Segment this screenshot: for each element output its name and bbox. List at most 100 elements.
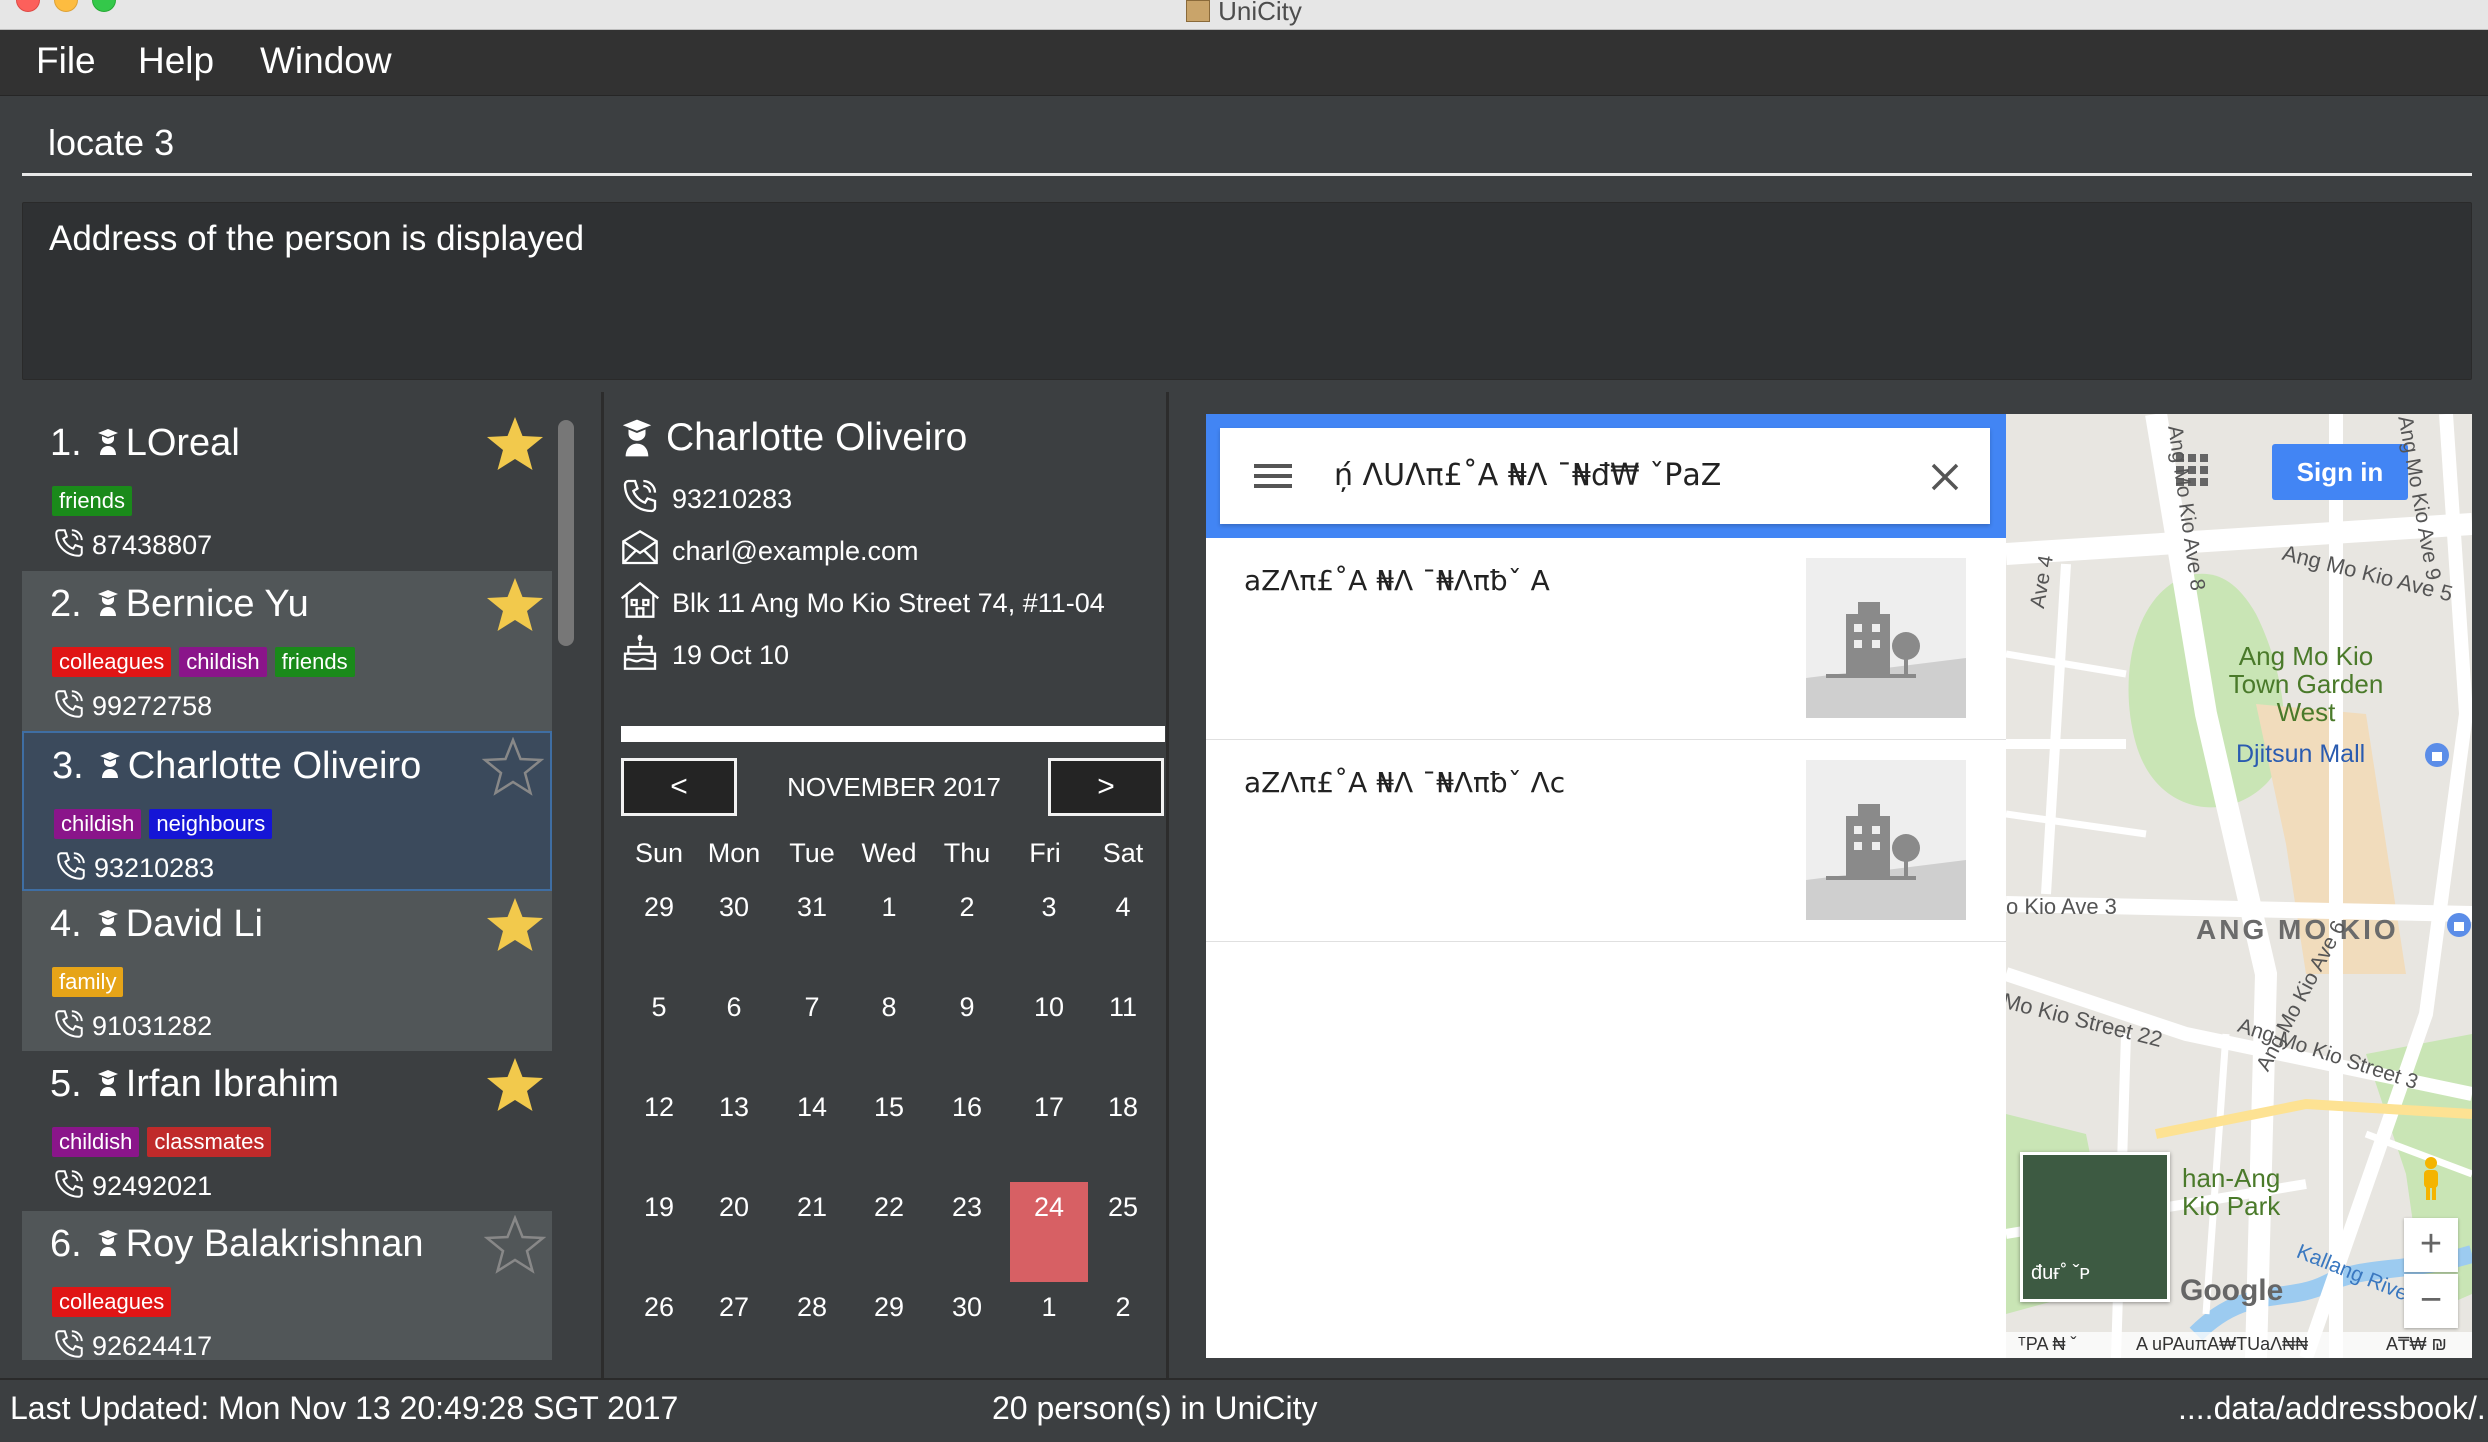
- calendar-day[interactable]: 28: [773, 1282, 851, 1382]
- calendar-day[interactable]: 1: [1010, 1282, 1088, 1382]
- calendar-day[interactable]: 22: [850, 1182, 928, 1282]
- person-card[interactable]: 6. Roy Balakrishnan colleagues 92624417: [22, 1211, 552, 1360]
- person-name: Charlotte Oliveiro: [127, 745, 422, 787]
- person-phone-row: 87438807: [52, 526, 212, 561]
- person-phone: 99272758: [92, 691, 213, 721]
- details-progress-bar: [621, 726, 1165, 742]
- calendar-day[interactable]: 8: [850, 982, 928, 1082]
- calendar-day[interactable]: 4: [1084, 882, 1162, 982]
- person-name-row: 5. Irfan Ibrahim: [50, 1063, 339, 1106]
- calendar-day[interactable]: 17: [1010, 1082, 1088, 1182]
- map-label-district: ANG MO KIO: [2196, 914, 2399, 945]
- maps-result-item[interactable]: aZΛπ£˚Α ₦Λ ¯₦Λπƀˇ Α: [1206, 538, 2006, 740]
- calendar-weekday: Sat: [1102, 838, 1144, 868]
- calendar-day[interactable]: 20: [695, 1182, 773, 1282]
- calendar-day[interactable]: 29: [620, 882, 698, 982]
- calendar-weekday: Wed: [861, 838, 917, 868]
- menu-file[interactable]: File: [36, 40, 96, 82]
- calendar-prev-button[interactable]: <: [621, 758, 737, 816]
- tag-label: childish: [179, 647, 267, 677]
- person-icon: [97, 429, 118, 455]
- cake-icon: [623, 634, 657, 670]
- maps-search-header: ņ́ ΛUΛπ£˚Α ₦Λ ¯₦đ₩ ˇΡaZ: [1206, 414, 2006, 538]
- calendar-next-button[interactable]: >: [1048, 758, 1164, 816]
- person-card[interactable]: 4. David Li family 91031282: [22, 891, 552, 1051]
- command-input[interactable]: [22, 112, 2472, 176]
- person-tags: childish classmates: [52, 1127, 279, 1157]
- calendar-day[interactable]: 19: [620, 1182, 698, 1282]
- calendar-day[interactable]: 10: [1010, 982, 1088, 1082]
- zoom-out-button[interactable]: −: [2404, 1274, 2458, 1328]
- person-list-scrollbar[interactable]: [558, 420, 574, 646]
- hamburger-menu-icon[interactable]: [1254, 462, 1292, 490]
- phone-icon: [55, 1170, 83, 1198]
- calendar-day[interactable]: 2: [1084, 1282, 1162, 1382]
- tag-label: family: [52, 967, 124, 997]
- pegman-icon[interactable]: [2418, 1156, 2444, 1202]
- calendar-day[interactable]: 29: [850, 1282, 928, 1382]
- calendar-day[interactable]: 16: [928, 1082, 1006, 1182]
- maps-search-box[interactable]: ņ́ ΛUΛπ£˚Α ₦Λ ¯₦đ₩ ˇΡaZ: [1220, 428, 1990, 524]
- person-icon: [97, 590, 118, 616]
- person-card[interactable]: 1. LOreal friends 87438807: [22, 410, 552, 570]
- calendar-day[interactable]: 18: [1084, 1082, 1162, 1182]
- calendar-day[interactable]: 31: [773, 882, 851, 982]
- zoom-in-button[interactable]: +: [2404, 1218, 2458, 1272]
- person-phone-row: 93210283: [54, 849, 214, 884]
- star-filled-icon[interactable]: [484, 414, 546, 476]
- star-outline-icon[interactable]: [484, 1215, 546, 1277]
- map-footer-right: Α₸₩ ₪: [2386, 1334, 2447, 1354]
- sign-in-button[interactable]: Sign in: [2272, 444, 2408, 500]
- maps-result-title: aZΛπ£˚Α ₦Λ ¯₦Λπƀˇ Α: [1244, 564, 1550, 597]
- person-tags: childish neighbours: [54, 809, 280, 839]
- person-index: 5.: [50, 1063, 82, 1105]
- calendar-day[interactable]: 12: [620, 1082, 698, 1182]
- person-name-row: 2. Bernice Yu: [50, 583, 309, 626]
- person-card[interactable]: 2. Bernice Yu colleagues childish friends 992…: [22, 571, 552, 731]
- satellite-toggle[interactable]: đuғ˚ ˇᴘ: [2020, 1152, 2170, 1302]
- calendar-day[interactable]: 25: [1084, 1182, 1162, 1282]
- close-icon[interactable]: [1930, 462, 1960, 492]
- person-name: David Li: [125, 903, 263, 945]
- calendar-day[interactable]: 2: [928, 882, 1006, 982]
- calendar-day[interactable]: 1: [850, 882, 928, 982]
- person-card[interactable]: 3. Charlotte Oliveiro childish neighbours 93…: [22, 731, 552, 891]
- calendar-day[interactable]: 24: [1010, 1182, 1088, 1282]
- panel-divider-left[interactable]: [601, 392, 604, 1380]
- maps-result-item[interactable]: aZΛπ£˚Α ₦Λ ¯₦Λπƀˇ Λc: [1206, 740, 2006, 942]
- calendar-day[interactable]: 5: [620, 982, 698, 1082]
- tag-label: neighbours: [149, 809, 273, 839]
- star-filled-icon[interactable]: [484, 1055, 546, 1117]
- calendar-day[interactable]: 26: [620, 1282, 698, 1382]
- calendar-day[interactable]: 21: [773, 1182, 851, 1282]
- phone-icon: [55, 1330, 83, 1358]
- star-filled-icon[interactable]: [484, 575, 546, 637]
- calendar-day[interactable]: 30: [695, 882, 773, 982]
- calendar-day[interactable]: 27: [695, 1282, 773, 1382]
- person-phone-row: 92492021: [52, 1167, 212, 1202]
- calendar-day[interactable]: 23: [928, 1182, 1006, 1282]
- calendar-day[interactable]: 15: [850, 1082, 928, 1182]
- maps-search-text[interactable]: ņ́ ΛUΛπ£˚Α ₦Λ ¯₦đ₩ ˇΡaZ: [1334, 458, 1721, 493]
- star-filled-icon[interactable]: [484, 895, 546, 957]
- person-card[interactable]: 5. Irfan Ibrahim childish classmates 9249202…: [22, 1051, 552, 1211]
- calendar-day[interactable]: 13: [695, 1082, 773, 1182]
- menu-help[interactable]: Help: [138, 40, 214, 82]
- calendar-day[interactable]: 3: [1010, 882, 1088, 982]
- menu-window[interactable]: Window: [260, 40, 392, 82]
- tag-label: childish: [52, 1127, 140, 1157]
- calendar-day[interactable]: 9: [928, 982, 1006, 1082]
- star-outline-icon[interactable]: [482, 737, 544, 799]
- maps-result-title: aZΛπ£˚Α ₦Λ ¯₦Λπƀˇ Λc: [1244, 766, 1566, 799]
- detail-address: Blk 11 Ang Mo Kio Street 74, #11-04: [672, 588, 1105, 618]
- tag-label: friends: [274, 647, 355, 677]
- calendar-day[interactable]: 6: [695, 982, 773, 1082]
- calendar-day[interactable]: 7: [773, 982, 851, 1082]
- calendar-day[interactable]: 11: [1084, 982, 1162, 1082]
- result-message: Address of the person is displayed: [49, 219, 585, 258]
- calendar-day[interactable]: 30: [928, 1282, 1006, 1382]
- phone-icon: [55, 529, 83, 557]
- calendar-day[interactable]: 14: [773, 1082, 851, 1182]
- map-view[interactable]: Sign in Ang Mo Kio Town Garden West Djit…: [2006, 414, 2472, 1358]
- tag-label: friends: [52, 486, 133, 516]
